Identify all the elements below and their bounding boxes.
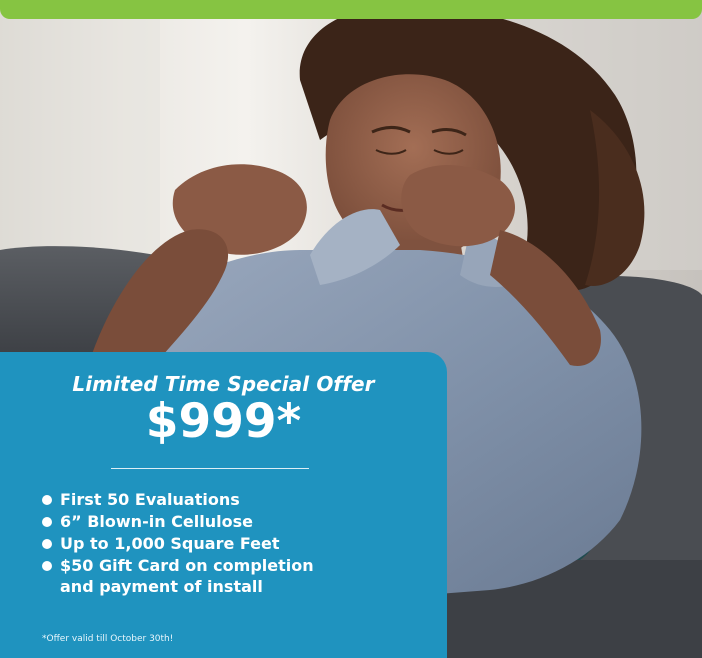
offer-bullet-text: Up to 1,000 Square Feet [60, 534, 280, 553]
offer-bullet-text: $50 Gift Card on completion and payment … [60, 556, 314, 596]
offer-price: $999* [145, 394, 302, 449]
bullet-dot-icon [42, 517, 52, 527]
offer-bullet-item: 6” Blown-in Cellulose [42, 511, 442, 532]
bullet-dot-icon [42, 495, 52, 505]
top-accent-bar [0, 0, 702, 19]
offer-bullet-text: First 50 Evaluations [60, 490, 240, 509]
bullet-dot-icon [42, 561, 52, 571]
bullet-dot-icon [42, 539, 52, 549]
offer-divider [111, 468, 309, 469]
offer-bullet-text: 6” Blown-in Cellulose [60, 512, 253, 531]
special-offer-card: Limited Time Special Offer $999* First 5… [0, 352, 447, 658]
offer-title: Limited Time Special Offer [72, 372, 375, 396]
offer-bullet-item: First 50 Evaluations [42, 489, 442, 510]
offer-bullet-item: $50 Gift Card on completion and payment … [42, 555, 442, 597]
offer-banner-page: Limited Time Special Offer $999* First 5… [0, 0, 702, 658]
offer-bullet-list: First 50 Evaluations 6” Blown-in Cellulo… [42, 489, 442, 598]
offer-bullet-item: Up to 1,000 Square Feet [42, 533, 442, 554]
offer-footnote: *Offer valid till October 30th! [42, 634, 174, 644]
